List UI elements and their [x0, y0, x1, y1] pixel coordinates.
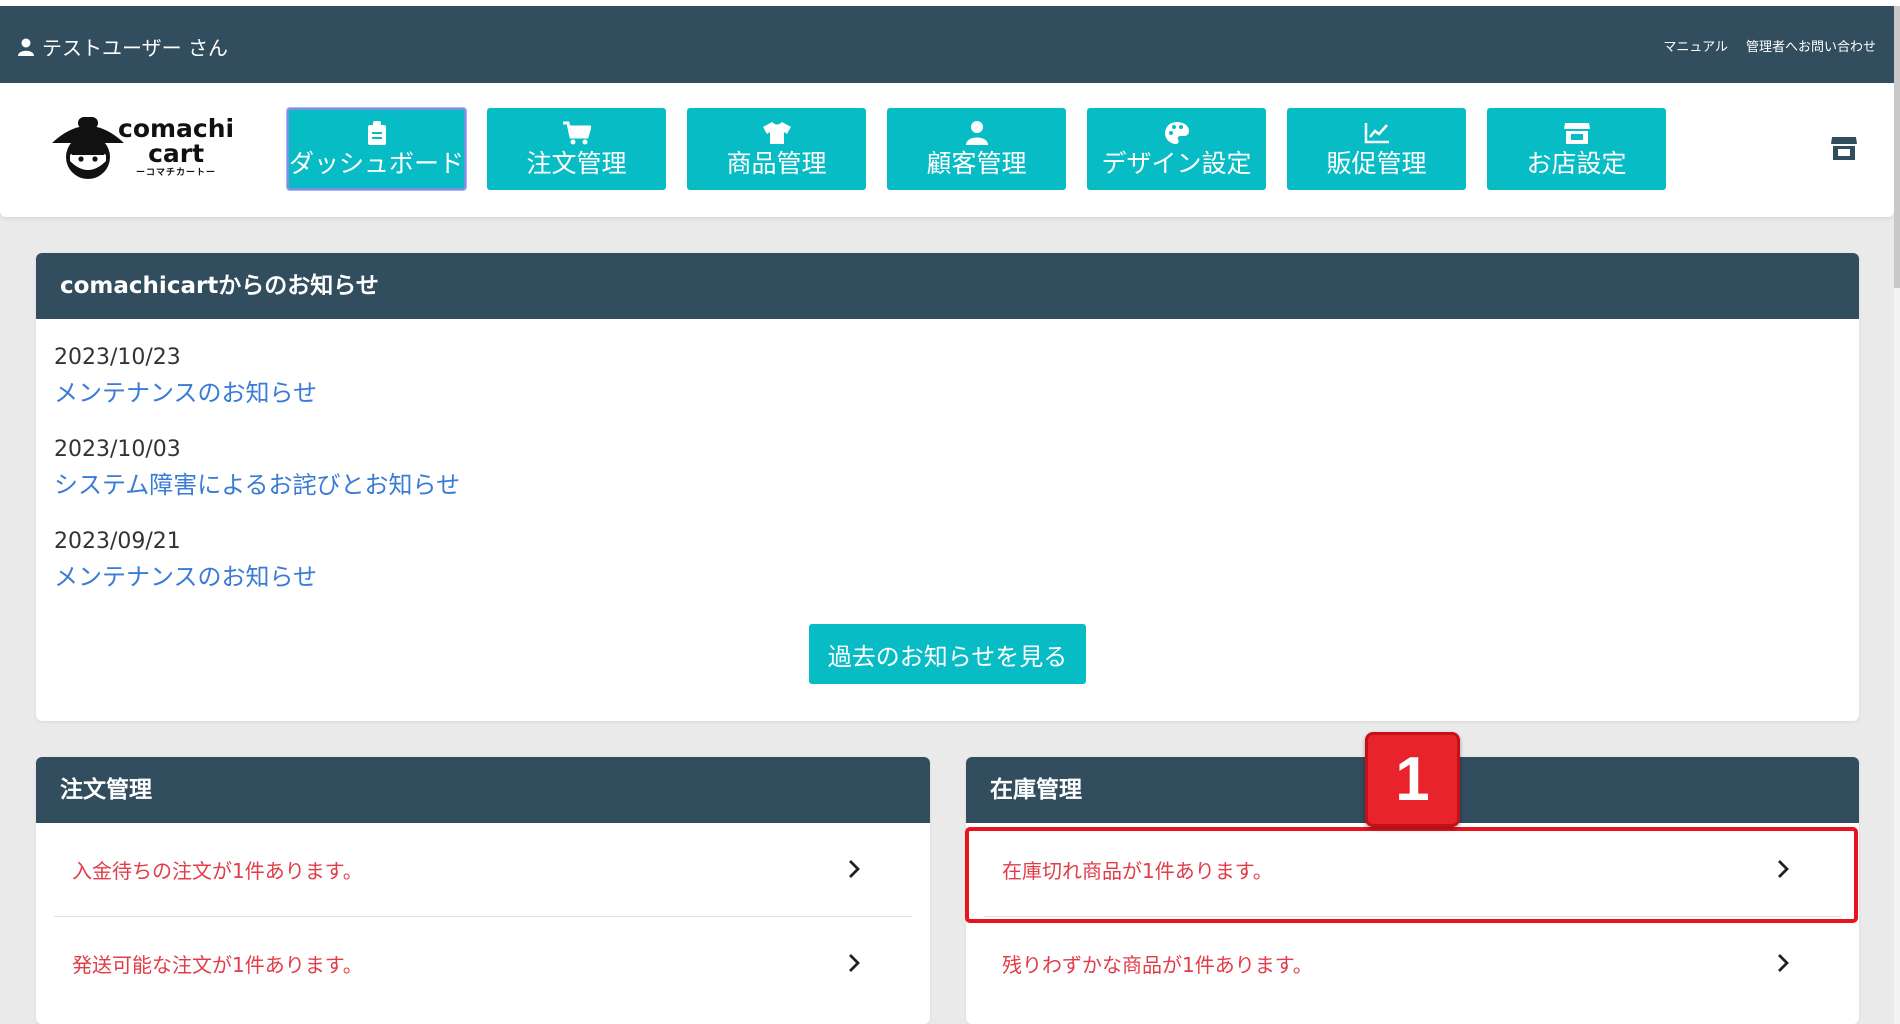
chevron-right-icon: [1778, 860, 1789, 878]
logo[interactable]: comachi cart ーコマチカートー: [48, 113, 238, 183]
user-icon: [18, 38, 34, 56]
page-scrollbar[interactable]: [1894, 6, 1900, 1024]
nav-customers-button[interactable]: 顧客管理: [887, 108, 1066, 190]
store-preview-button[interactable]: [1830, 135, 1858, 165]
stock-alert-text: 在庫切れ商品が1件あります。: [1002, 859, 1273, 883]
contact-admin-link[interactable]: 管理者へお問い合わせ: [1746, 36, 1876, 55]
chart-line-icon: [1364, 123, 1389, 144]
nav-design-button[interactable]: デザイン設定: [1087, 108, 1266, 190]
step-number-badge: 1: [1365, 732, 1460, 827]
scrollbar-thumb[interactable]: [1894, 6, 1900, 288]
nav-design-label: デザイン設定: [1101, 149, 1252, 178]
orders-panel: 注文管理 入金待ちの注文が1件あります。 発送可能な注文が1件あります。: [36, 757, 930, 1024]
nav-orders-label: 注文管理: [526, 149, 627, 178]
chevron-right-icon: [849, 954, 860, 972]
user-name: テストユーザー さん: [42, 36, 228, 60]
nav-dashboard-label: ダッシュボード: [289, 149, 465, 178]
store-icon: [1831, 137, 1857, 160]
stock-alert-row[interactable]: 在庫切れ商品が1件あります。: [984, 823, 1841, 916]
nav-products-button[interactable]: 商品管理: [687, 108, 866, 190]
order-alert-row[interactable]: 入金待ちの注文が1件あります。: [54, 823, 912, 916]
nav-store-settings-button[interactable]: お店設定: [1487, 108, 1666, 190]
order-alert-text: 入金待ちの注文が1件あります。: [72, 859, 363, 883]
news-item: 2023/10/23 メンテナンスのお知らせ: [54, 341, 1859, 411]
news-date: 2023/10/23: [54, 345, 181, 370]
clipboard-icon: [367, 121, 386, 145]
logo-line3: ーコマチカートー: [136, 168, 217, 178]
news-date: 2023/10/03: [54, 437, 181, 462]
news-item: 2023/09/21 メンテナンスのお知らせ: [54, 525, 1859, 595]
store-icon: [1563, 123, 1590, 144]
past-news-button[interactable]: 過去のお知らせを見る: [809, 624, 1086, 684]
news-panel: comachicartからのお知らせ 2023/10/23 メンテナンスのお知ら…: [36, 253, 1859, 721]
chevron-right-icon: [1778, 954, 1789, 972]
logo-line2: cart: [148, 139, 205, 168]
tshirt-icon: [762, 122, 791, 144]
nav-promotion-label: 販促管理: [1326, 149, 1427, 178]
nav-customers-label: 顧客管理: [926, 149, 1027, 178]
manual-link[interactable]: マニュアル: [1663, 36, 1728, 55]
stock-alert-text: 残りわずかな商品が1件あります。: [1002, 952, 1313, 977]
top-bar: テストユーザー さん マニュアル 管理者へお問い合わせ: [0, 6, 1894, 83]
order-alert-row[interactable]: 発送可能な注文が1件あります。: [54, 916, 912, 1009]
main-nav: ダッシュボード 注文管理 商品管理 顧客管理 デザイン設定 販促管理 お店設定: [287, 108, 1666, 190]
news-title-link[interactable]: メンテナンスのお知らせ: [54, 559, 1859, 595]
palette-icon: [1164, 122, 1189, 144]
user-icon: [965, 121, 988, 145]
logo-mascot-icon: [52, 117, 124, 179]
news-title-link[interactable]: システム障害によるお詫びとお知らせ: [54, 467, 1859, 503]
nav-dashboard-button[interactable]: ダッシュボード: [287, 108, 466, 190]
cart-icon: [562, 121, 591, 145]
news-list: 2023/10/23 メンテナンスのお知らせ 2023/10/03 システム障害…: [36, 319, 1859, 595]
nav-orders-button[interactable]: 注文管理: [487, 108, 666, 190]
news-date: 2023/09/21: [54, 529, 181, 554]
logo-text: comachi cart ーコマチカートー: [118, 115, 234, 181]
user-menu[interactable]: テストユーザー さん: [18, 32, 228, 61]
chevron-right-icon: [849, 860, 860, 878]
nav-promotion-button[interactable]: 販促管理: [1287, 108, 1466, 190]
top-links: マニュアル 管理者へお問い合わせ: [1663, 36, 1876, 55]
order-alert-text: 発送可能な注文が1件あります。: [72, 952, 363, 977]
news-title-link[interactable]: メンテナンスのお知らせ: [54, 375, 1859, 411]
stock-alert-row[interactable]: 残りわずかな商品が1件あります。: [984, 916, 1841, 1009]
nav-store-settings-label: お店設定: [1526, 149, 1627, 178]
orders-panel-title: 注文管理: [36, 757, 930, 823]
main-header: comachi cart ーコマチカートー ダッシュボード 注文管理 商品管理 …: [0, 83, 1894, 217]
news-panel-title: comachicartからのお知らせ: [36, 253, 1859, 319]
news-item: 2023/10/03 システム障害によるお詫びとお知らせ: [54, 433, 1859, 503]
nav-products-label: 商品管理: [726, 149, 827, 178]
